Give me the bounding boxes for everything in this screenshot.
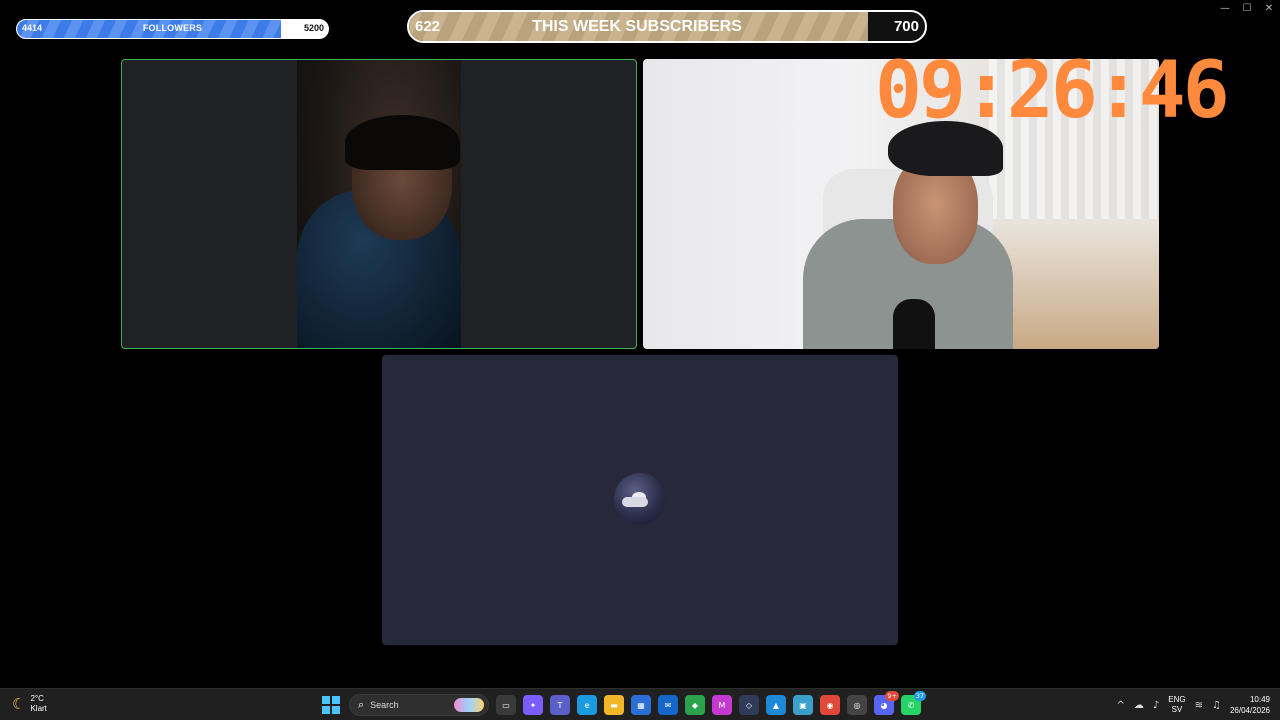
cloud-sync-icon[interactable]: ☁	[1134, 700, 1144, 711]
mail-icon[interactable]: ✉	[658, 695, 678, 715]
whatsapp-badge: 37	[913, 691, 926, 701]
windows-logo-icon	[322, 696, 331, 705]
dev-tool-icon[interactable]: ◇	[739, 695, 759, 715]
stream-timer: 09:26:46	[875, 46, 1230, 136]
participant-tile-bottom[interactable]	[382, 355, 898, 645]
copilot-icon[interactable]: ✦	[523, 695, 543, 715]
minimize-button[interactable]: —	[1214, 0, 1236, 16]
weather-condition: Klart	[30, 704, 47, 713]
weather-widget[interactable]: ☾ 2°C Klart	[12, 694, 47, 714]
participant-tile-left[interactable]	[121, 59, 637, 349]
avatar-cloud-base	[622, 497, 648, 507]
photos-icon[interactable]: ▲	[766, 695, 786, 715]
teams-icon[interactable]: T	[550, 695, 570, 715]
maximize-button[interactable]: ☐	[1236, 0, 1258, 16]
microphone-icon[interactable]: ♪	[1153, 700, 1159, 711]
followers-goal-target: 5200	[303, 23, 324, 33]
tray-overflow-chevron-icon[interactable]: ^	[1116, 700, 1124, 711]
window-controls: — ☐ ✕	[1214, 0, 1280, 16]
chrome-icon[interactable]: ◉	[820, 695, 840, 715]
subscribers-goal-current: 622	[415, 18, 441, 35]
avatar	[614, 473, 666, 525]
followers-goal-bar: FOLLOWERS 4414 5200	[16, 19, 329, 39]
system-tray: ^ ☁ ♪ ENG SV ≋ ♫ 10:49 26/04/2026	[1116, 693, 1270, 717]
clock-date: 26/04/2026	[1229, 706, 1270, 715]
file-explorer-icon[interactable]: ▬	[604, 695, 624, 715]
followers-goal-current: 4414	[22, 23, 43, 33]
discord-badge: 9+	[885, 691, 899, 701]
search-label: Search	[370, 700, 399, 710]
volume-icon[interactable]: ♫	[1212, 700, 1221, 711]
subscribers-goal-title: THIS WEEK SUBSCRIBERS	[532, 18, 742, 35]
search-highlight-icon	[454, 698, 484, 712]
participant-video-left	[297, 60, 461, 348]
obs-icon[interactable]: ◎	[847, 695, 867, 715]
edge-icon[interactable]: e	[577, 695, 597, 715]
discord-icon[interactable]: ◕ 9+	[874, 691, 899, 715]
weather-temperature: 2°C	[30, 694, 44, 703]
task-view-icon[interactable]: ▭	[496, 695, 516, 715]
subscribers-goal-bar: THIS WEEK SUBSCRIBERS 622 700	[407, 10, 927, 43]
gallery-icon[interactable]: ▣	[793, 695, 813, 715]
wifi-icon[interactable]: ≋	[1195, 700, 1203, 711]
search-icon: ⌕	[358, 698, 365, 711]
taskbar: ☾ 2°C Klart ⌕ Search ▭ ✦ Te ▬ ▦ ✉ ◆ M ◇ ▲ ▣ ◉ ◎ ◕ 9+ ✆ 3…	[0, 688, 1280, 720]
m365-icon[interactable]: M	[712, 695, 732, 715]
microphone	[893, 299, 935, 349]
store-icon[interactable]: ▦	[631, 695, 651, 715]
taskbar-clock[interactable]: 10:49 26/04/2026	[1230, 694, 1270, 716]
followers-goal-title: FOLLOWERS	[142, 23, 203, 33]
vpn-icon[interactable]: ◆	[685, 695, 705, 715]
taskbar-search[interactable]: ⌕ Search	[349, 694, 489, 716]
participant-hair	[345, 115, 460, 170]
close-button[interactable]: ✕	[1258, 0, 1280, 16]
start-button[interactable]	[320, 694, 342, 716]
moon-icon: ☾	[12, 695, 26, 713]
subscribers-goal-target: 700	[893, 18, 919, 35]
language-indicator[interactable]: ENG SV	[1168, 695, 1185, 715]
clock-time: 10:49	[1249, 695, 1270, 704]
whatsapp-icon[interactable]: ✆ 37	[901, 691, 926, 715]
taskbar-apps: ⌕ Search ▭ ✦ Te ▬ ▦ ✉ ◆ M ◇ ▲ ▣ ◉ ◎ ◕ 9+ ✆ 37	[320, 691, 926, 717]
